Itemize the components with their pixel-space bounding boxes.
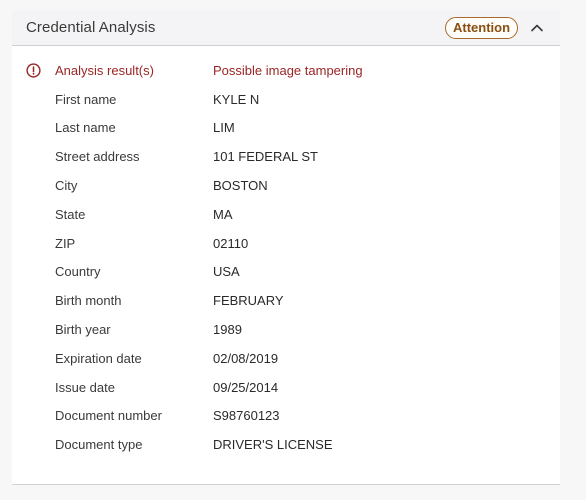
field-value: KYLE N: [213, 91, 260, 107]
credential-fields-list: Analysis result(s) Possible image tamper…: [12, 56, 560, 459]
field-value: S98760123: [213, 408, 280, 424]
field-row-last-name: Last name LIM: [12, 114, 560, 143]
field-row-birth-year: Birth year 1989: [12, 315, 560, 344]
field-label: First name: [55, 91, 117, 107]
field-label: City: [55, 178, 78, 194]
credential-analysis-panel: Credential Analysis Attention Analysis r…: [12, 10, 560, 484]
field-row-zip: ZIP 02110: [12, 229, 560, 258]
field-label: Birth month: [55, 293, 122, 309]
field-value: 101 FEDERAL ST: [213, 149, 319, 165]
field-value: FEBRUARY: [213, 293, 284, 309]
field-value: MA: [213, 206, 233, 222]
field-value: LIM: [213, 120, 235, 136]
field-row-first-name: First name KYLE N: [12, 85, 560, 114]
field-row-state: State MA: [12, 200, 560, 229]
field-label: Issue date: [55, 379, 115, 395]
field-row-city: City BOSTON: [12, 171, 560, 200]
field-label: Birth year: [55, 322, 111, 338]
field-label: State: [55, 206, 86, 222]
alert-circle-icon: [26, 63, 41, 78]
field-label: Analysis result(s): [55, 62, 154, 78]
chevron-up-icon[interactable]: [528, 19, 546, 37]
field-label: Street address: [55, 149, 140, 165]
field-row-street-address: Street address 101 FEDERAL ST: [12, 142, 560, 171]
field-label: Country: [55, 264, 101, 280]
field-label: Last name: [55, 120, 116, 136]
field-value: 02/08/2019: [213, 350, 279, 366]
field-value: USA: [213, 264, 240, 280]
field-row-document-number: Document number S98760123: [12, 402, 560, 431]
field-value: Possible image tampering: [213, 62, 363, 78]
panel-title: Credential Analysis: [26, 19, 156, 36]
panel-header[interactable]: Credential Analysis Attention: [12, 10, 560, 46]
field-value: 02110: [213, 235, 249, 251]
field-value: 09/25/2014: [213, 379, 279, 395]
field-row-expiration-date: Expiration date 02/08/2019: [12, 344, 560, 373]
divider: [12, 484, 560, 485]
field-row-birth-month: Birth month FEBRUARY: [12, 286, 560, 315]
attention-badge: Attention: [445, 17, 519, 39]
analysis-result-row: Analysis result(s) Possible image tamper…: [12, 56, 560, 85]
field-value: DRIVER'S LICENSE: [213, 437, 333, 453]
field-value: 1989: [213, 322, 242, 338]
field-value: BOSTON: [213, 178, 268, 194]
field-label: Document number: [55, 408, 162, 424]
field-row-document-type: Document type DRIVER'S LICENSE: [12, 430, 560, 459]
field-label: ZIP: [55, 235, 76, 251]
field-row-country: Country USA: [12, 258, 560, 287]
field-label: Document type: [55, 437, 143, 453]
field-label: Expiration date: [55, 350, 142, 366]
field-row-issue-date: Issue date 09/25/2014: [12, 373, 560, 402]
